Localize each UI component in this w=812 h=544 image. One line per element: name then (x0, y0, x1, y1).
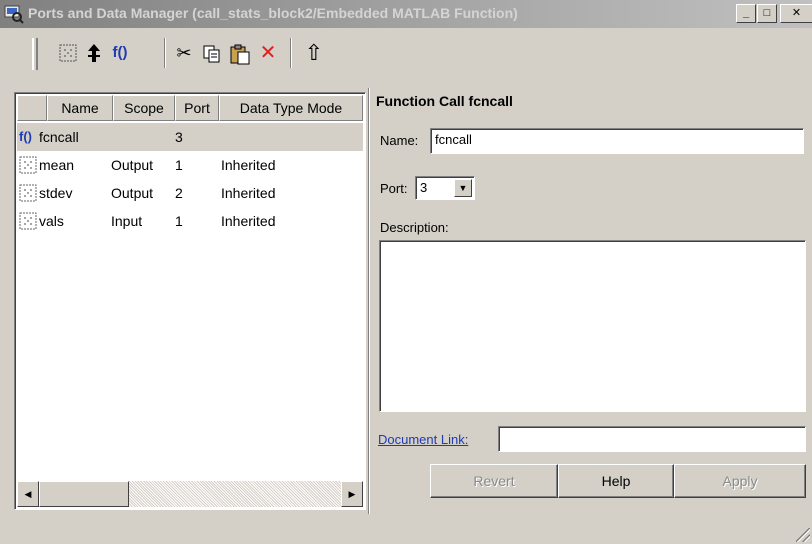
toolbar-separator (290, 38, 292, 68)
row-name: vals (39, 213, 64, 229)
column-header-name[interactable]: Name (47, 95, 113, 121)
row-port: 3 (175, 129, 183, 145)
delete-button[interactable]: ✕ (256, 41, 280, 67)
row-scope: Output (111, 157, 154, 173)
toolbar-grip[interactable] (32, 38, 38, 70)
window-title: Ports and Data Manager (call_stats_block… (28, 5, 518, 21)
data-icon (19, 156, 37, 174)
scroll-thumb[interactable] (39, 481, 129, 507)
row-data-type-mode: Inherited (221, 213, 276, 229)
maximize-button[interactable]: □ (757, 4, 777, 23)
table-header-corner (17, 95, 47, 121)
description-textarea[interactable] (379, 240, 806, 412)
name-field[interactable]: fcncall (430, 128, 804, 154)
port-select[interactable]: 3 ▼ (415, 176, 475, 200)
row-name: fcncall (39, 129, 79, 145)
delete-x-icon: ✕ (259, 42, 277, 64)
left-arrow-icon: ◀ (24, 489, 32, 499)
table-row[interactable]: vals Input 1 Inherited (17, 207, 363, 235)
toolbar-separator (164, 38, 166, 68)
minimize-icon: _ (742, 7, 750, 19)
add-event-button[interactable] (82, 41, 106, 67)
document-link-label[interactable]: Document Link: (378, 432, 468, 447)
cut-button[interactable]: ✂ (172, 41, 196, 67)
row-data-type-mode: Inherited (221, 157, 276, 173)
description-label: Description: (380, 220, 449, 235)
scroll-left-button[interactable]: ◀ (17, 481, 39, 507)
port-select-value: 3 (420, 180, 428, 195)
ports-data-table[interactable]: Name Scope Port Data Type Mode f() fcnca… (14, 92, 366, 510)
row-port: 2 (175, 185, 183, 201)
add-data-button[interactable] (56, 41, 80, 67)
app-icon (4, 5, 24, 24)
function-call-icon: f() (112, 44, 128, 61)
chevron-down-icon[interactable]: ▼ (454, 179, 472, 197)
paste-button[interactable] (228, 41, 252, 67)
panel-splitter[interactable] (368, 88, 370, 514)
name-label: Name: (380, 133, 419, 148)
function-call-icon: f() (19, 129, 32, 144)
copy-icon (203, 45, 220, 63)
port-label: Port: (380, 181, 408, 196)
maximize-icon: □ (763, 7, 771, 19)
row-port: 1 (175, 157, 183, 173)
paste-icon (230, 44, 250, 65)
table-row[interactable]: f() fcncall 3 (17, 123, 363, 151)
up-arrow-icon: ⇧ (304, 40, 324, 65)
resize-grip[interactable] (796, 528, 810, 542)
data-icon (19, 212, 37, 230)
details-title: Function Call fcncall (376, 93, 513, 109)
event-arrow-icon (88, 44, 100, 62)
data-icon (19, 184, 37, 202)
row-name: stdev (39, 185, 73, 201)
toolbar: f() ✂ ✕ ⇧ (0, 28, 812, 88)
help-button[interactable]: Help (558, 464, 674, 498)
apply-button[interactable]: Apply (674, 464, 806, 498)
column-header-port[interactable]: Port (175, 95, 219, 121)
right-arrow-icon: ▶ (348, 489, 356, 499)
row-port: 1 (175, 213, 183, 229)
title-bar[interactable]: Ports and Data Manager (call_stats_block… (0, 0, 812, 28)
table-row[interactable]: mean Output 1 Inherited (17, 151, 363, 179)
column-header-data-type-mode[interactable]: Data Type Mode (219, 95, 363, 121)
data-icon (59, 44, 77, 62)
close-icon: ✕ (791, 7, 802, 19)
revert-button[interactable]: Revert (430, 464, 558, 498)
ports-data-manager-window: Ports and Data Manager (call_stats_block… (0, 0, 812, 544)
document-link-field[interactable] (498, 426, 806, 452)
add-function-call-button[interactable]: f() (108, 41, 132, 67)
column-header-scope[interactable]: Scope (113, 95, 175, 121)
scroll-right-button[interactable]: ▶ (341, 481, 363, 507)
table-row[interactable]: stdev Output 2 Inherited (17, 179, 363, 207)
minimize-button[interactable]: _ (736, 4, 756, 23)
row-data-type-mode: Inherited (221, 185, 276, 201)
horizontal-scrollbar[interactable]: ◀ ▶ (17, 481, 363, 507)
close-button[interactable]: ✕ (780, 4, 812, 23)
move-up-button[interactable]: ⇧ (302, 41, 326, 67)
copy-button[interactable] (200, 41, 224, 67)
row-scope: Output (111, 185, 154, 201)
scroll-track[interactable] (129, 481, 341, 507)
scissors-icon: ✂ (176, 43, 192, 63)
row-scope: Input (111, 213, 143, 229)
row-name: mean (39, 157, 75, 173)
